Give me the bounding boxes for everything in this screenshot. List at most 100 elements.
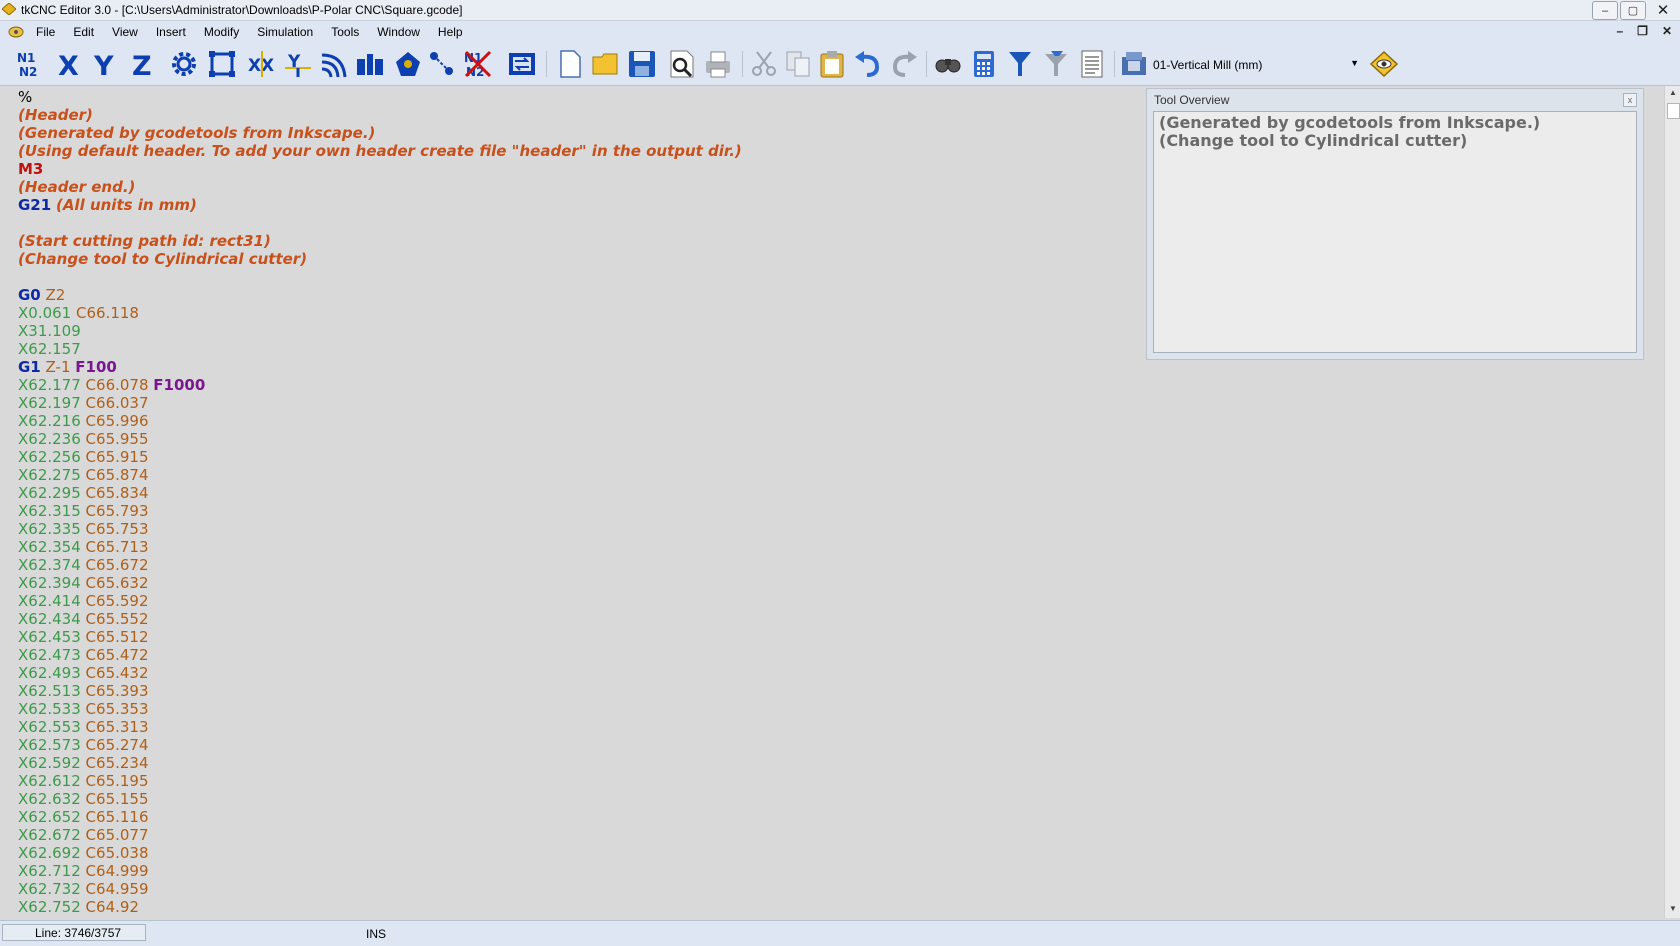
code-line[interactable]: X62.335 C65.753: [18, 520, 742, 538]
code-line[interactable]: M3: [18, 160, 742, 178]
scroll-down-icon[interactable]: ▼: [1665, 904, 1680, 916]
code-line[interactable]: X62.197 C66.037: [18, 394, 742, 412]
code-line[interactable]: X62.473 C65.472: [18, 646, 742, 664]
menu-simulation[interactable]: Simulation: [248, 25, 322, 39]
remove-numbers-icon[interactable]: N1N2: [462, 48, 494, 80]
code-line[interactable]: (Change tool to Cylindrical cutter): [18, 250, 742, 268]
code-line[interactable]: X62.434 C65.552: [18, 610, 742, 628]
tool-overview-close-button[interactable]: x: [1623, 93, 1637, 107]
code-line[interactable]: X62.513 C65.393: [18, 682, 742, 700]
bounding-box-icon[interactable]: [206, 48, 238, 80]
menu-view[interactable]: View: [103, 25, 147, 39]
paste-icon[interactable]: [816, 48, 848, 80]
code-line[interactable]: [18, 268, 742, 286]
code-line[interactable]: X62.712 C64.999: [18, 862, 742, 880]
new-file-icon[interactable]: [554, 48, 586, 80]
cut-icon[interactable]: [748, 48, 780, 80]
code-line[interactable]: X62.672 C65.077: [18, 826, 742, 844]
code-line[interactable]: X62.533 C65.353: [18, 700, 742, 718]
code-line[interactable]: X62.394 C65.632: [18, 574, 742, 592]
code-line[interactable]: X0.061 C66.118: [18, 304, 742, 322]
code-line[interactable]: X62.157: [18, 340, 742, 358]
code-line[interactable]: G0 Z2: [18, 286, 742, 304]
redo-icon[interactable]: [888, 48, 920, 80]
axis-y-icon[interactable]: Y: [90, 48, 122, 80]
document-menu-icon[interactable]: [8, 25, 24, 39]
rotate-icon[interactable]: [392, 48, 424, 80]
convert-icon[interactable]: [506, 48, 538, 80]
code-line[interactable]: %: [18, 88, 742, 106]
code-line[interactable]: X62.732 C64.959: [18, 880, 742, 898]
code-line[interactable]: X62.752 C64.92: [18, 898, 742, 916]
menu-file[interactable]: File: [27, 25, 64, 39]
code-line[interactable]: X62.177 C66.078 F1000: [18, 376, 742, 394]
filter-icon[interactable]: [1004, 48, 1036, 80]
code-line[interactable]: G21 (All units in mm): [18, 196, 742, 214]
code-line[interactable]: X62.493 C65.432: [18, 664, 742, 682]
code-token: X62.553: [18, 718, 81, 736]
simulate-icon[interactable]: [1368, 48, 1400, 80]
scale-icon[interactable]: [426, 48, 458, 80]
code-line[interactable]: X62.632 C65.155: [18, 790, 742, 808]
print-preview-icon[interactable]: [666, 48, 698, 80]
arc-icon[interactable]: [318, 48, 350, 80]
code-line[interactable]: X62.374 C65.672: [18, 556, 742, 574]
filter-clear-icon[interactable]: [1040, 48, 1072, 80]
menu-help[interactable]: Help: [429, 25, 472, 39]
doc-close-button[interactable]: ✕: [1662, 24, 1672, 38]
code-line[interactable]: (Header end.): [18, 178, 742, 196]
doc-minimize-button[interactable]: –: [1616, 24, 1623, 38]
code-line[interactable]: X62.256 C65.915: [18, 448, 742, 466]
code-line[interactable]: X62.553 C65.313: [18, 718, 742, 736]
scroll-up-icon[interactable]: ▲: [1665, 88, 1680, 100]
editor-scrollbar[interactable]: ▲ ▼: [1664, 86, 1680, 918]
block-icon[interactable]: [354, 48, 386, 80]
code-line[interactable]: X62.414 C65.592: [18, 592, 742, 610]
save-icon[interactable]: [626, 48, 658, 80]
find-icon[interactable]: [932, 48, 964, 80]
calculator-icon[interactable]: [968, 48, 1000, 80]
code-line[interactable]: X62.216 C65.996: [18, 412, 742, 430]
document-properties-icon[interactable]: [1076, 48, 1108, 80]
minimize-button[interactable]: –: [1592, 1, 1618, 20]
code-line[interactable]: (Using default header. To add your own h…: [18, 142, 742, 160]
mirror-icon[interactable]: Y: [282, 48, 314, 80]
code-line[interactable]: X62.652 C65.116: [18, 808, 742, 826]
maximize-button[interactable]: ▢: [1620, 1, 1646, 20]
axis-x-icon[interactable]: X: [54, 48, 86, 80]
gear-icon[interactable]: [168, 48, 200, 80]
copy-icon[interactable]: [782, 48, 814, 80]
code-line[interactable]: X62.354 C65.713: [18, 538, 742, 556]
code-line[interactable]: X62.275 C65.874: [18, 466, 742, 484]
code-line[interactable]: X62.295 C65.834: [18, 484, 742, 502]
menu-tools[interactable]: Tools: [322, 25, 368, 39]
code-line[interactable]: G1 Z-1 F100: [18, 358, 742, 376]
code-line[interactable]: (Generated by gcodetools from Inkscape.): [18, 124, 742, 142]
menu-modify[interactable]: Modify: [195, 25, 248, 39]
renumber-icon[interactable]: N1 N2: [14, 48, 46, 80]
code-line[interactable]: X62.573 C65.274: [18, 736, 742, 754]
code-line[interactable]: X62.612 C65.195: [18, 772, 742, 790]
code-line[interactable]: X62.453 C65.512: [18, 628, 742, 646]
undo-icon[interactable]: [852, 48, 884, 80]
menu-edit[interactable]: Edit: [64, 25, 103, 39]
menu-window[interactable]: Window: [368, 25, 429, 39]
code-line[interactable]: X62.692 C65.038: [18, 844, 742, 862]
code-line[interactable]: (Header): [18, 106, 742, 124]
gcode-text[interactable]: % (Header) (Generated by gcodetools from I…: [18, 88, 742, 916]
code-line[interactable]: X62.315 C65.793: [18, 502, 742, 520]
code-line[interactable]: [18, 214, 742, 232]
axis-z-icon[interactable]: Z: [128, 48, 160, 80]
scrollbar-thumb[interactable]: [1667, 103, 1680, 119]
swap-xy-icon[interactable]: XX: [246, 48, 278, 80]
close-button[interactable]: ✕: [1648, 1, 1678, 19]
menu-insert[interactable]: Insert: [147, 25, 195, 39]
doc-restore-button[interactable]: ❐: [1637, 24, 1648, 38]
code-line[interactable]: X62.236 C65.955: [18, 430, 742, 448]
code-line[interactable]: X31.109: [18, 322, 742, 340]
code-line[interactable]: X62.592 C65.234: [18, 754, 742, 772]
machine-selector[interactable]: 01-Vertical Mill (mm) ▼: [1120, 55, 1364, 75]
code-line[interactable]: (Start cutting path id: rect31): [18, 232, 742, 250]
open-folder-icon[interactable]: [590, 48, 622, 80]
print-icon[interactable]: [702, 48, 734, 80]
